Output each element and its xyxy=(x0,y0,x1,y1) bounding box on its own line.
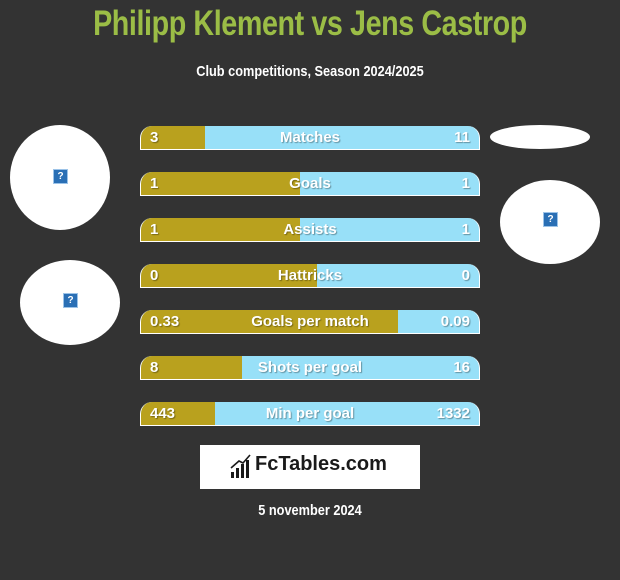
player1-club-logo: ? xyxy=(20,260,120,345)
right-value: 0 xyxy=(461,267,470,284)
right-value: 1 xyxy=(461,175,470,192)
stat-label: Goals per match xyxy=(251,313,369,330)
stat-label: Shots per goal xyxy=(257,359,363,376)
missing-image-icon: ? xyxy=(63,293,78,308)
page-title: Philipp Klement vs Jens Castrop xyxy=(93,4,527,43)
stat-row: 1 Assists 1 xyxy=(140,218,480,242)
page-subtitle: Club competitions, Season 2024/2025 xyxy=(196,63,424,80)
player2-club-logo: ? xyxy=(500,180,600,264)
stat-row: 0 Hattricks 0 xyxy=(140,264,480,288)
stat-label: Matches xyxy=(279,129,341,146)
stat-row: 443 Min per goal 1332 xyxy=(140,402,480,426)
right-value: 16 xyxy=(453,359,470,376)
date-label: 5 november 2024 xyxy=(258,502,362,519)
bar-chart-icon xyxy=(230,454,251,478)
stat-row: 3 Matches 11 xyxy=(140,126,480,150)
right-value: 0.09 xyxy=(440,313,470,330)
stat-row: 0.33 Goals per match 0.09 xyxy=(140,310,480,334)
stat-label: Assists xyxy=(283,221,337,238)
stat-row: 1 Goals 1 xyxy=(140,172,480,196)
fctables-logo[interactable]: FcTables.com xyxy=(200,445,420,489)
stat-label: Goals xyxy=(289,175,331,192)
right-value: 11 xyxy=(454,129,470,146)
player2-avatar xyxy=(490,125,590,149)
stat-row: 8 Shots per goal 16 xyxy=(140,356,480,380)
stat-label: Min per goal xyxy=(265,405,355,422)
stat-label: Hattricks xyxy=(277,267,343,284)
right-value: 1332 xyxy=(436,405,470,422)
brand-name: FcTables.com xyxy=(255,453,387,475)
player1-avatar: ? xyxy=(10,125,110,230)
missing-image-icon: ? xyxy=(53,169,68,184)
right-value: 1 xyxy=(461,221,470,238)
missing-image-icon: ? xyxy=(543,212,558,227)
